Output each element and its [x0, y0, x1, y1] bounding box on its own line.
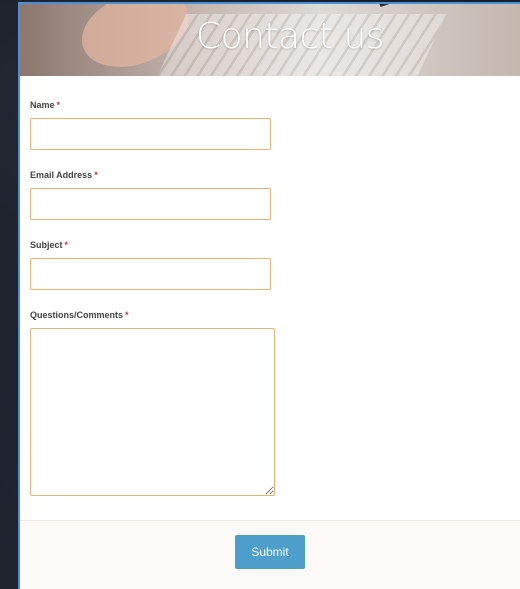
email-input[interactable] [30, 188, 271, 220]
submit-button[interactable]: Submit [235, 535, 305, 569]
subject-label: Subject * [30, 240, 69, 250]
required-marker: * [64, 240, 69, 250]
subject-field-group: Subject * [30, 240, 510, 290]
name-field-group: Name * [30, 100, 510, 150]
comments-textarea[interactable] [30, 328, 275, 496]
form-fields: Name * Email Address * Subject * Questions/… [20, 76, 520, 496]
hero-cable-image [379, 4, 457, 7]
comments-field-group: Questions/Comments * [30, 310, 510, 496]
form-footer: Submit [20, 520, 520, 589]
required-marker: * [125, 310, 129, 320]
subject-input[interactable] [30, 258, 271, 290]
page-title: Contact us [195, 16, 385, 57]
comments-label: Questions/Comments * [30, 310, 129, 320]
required-marker: * [56, 100, 61, 110]
name-label: Name * [30, 100, 61, 110]
required-marker: * [94, 170, 98, 180]
hero-banner: Contact us [20, 4, 520, 76]
email-label: Email Address * [30, 170, 98, 180]
name-input[interactable] [30, 118, 271, 150]
contact-form: Contact us Name * Email Address * Subject *… [18, 2, 520, 589]
email-field-group: Email Address * [30, 170, 510, 220]
